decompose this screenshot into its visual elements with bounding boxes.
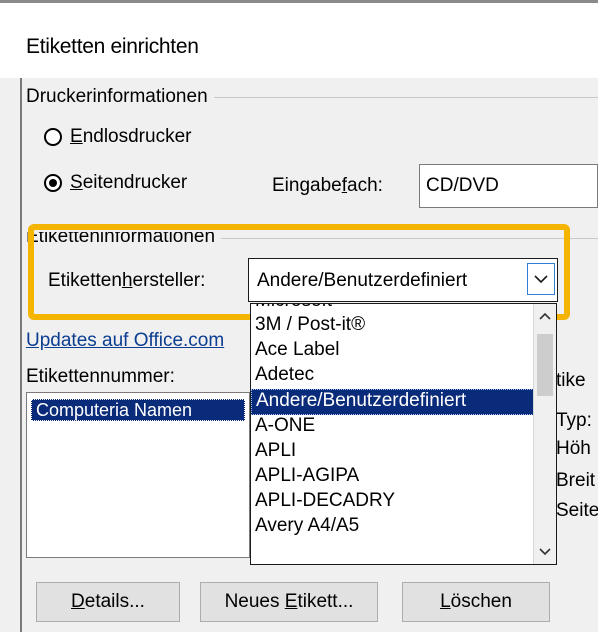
scrollbar-thumb[interactable]: [537, 334, 553, 396]
dropdown-item[interactable]: APLI-DECADRY: [251, 490, 534, 516]
label-page-fragment: Seite: [556, 500, 598, 521]
new-label-button[interactable]: Neues Etikett...: [200, 582, 378, 622]
list-item-selected[interactable]: Computeria Namen: [31, 399, 245, 421]
dropdown-item[interactable]: Ace Label: [251, 339, 534, 365]
label-number-list[interactable]: Computeria Namen: [26, 392, 250, 558]
dropdown-item[interactable]: A-ONE: [251, 415, 534, 441]
dropdown-item[interactable]: Avery A4/A5: [251, 515, 534, 541]
page-printer-label: Seitendrucker: [70, 172, 188, 193]
label-height-fragment: Höh: [556, 438, 591, 459]
label-type-fragment: Typ:: [556, 410, 592, 431]
label-width-fragment: Breit: [556, 470, 596, 491]
label-setup-dialog: Etiketten einrichten Druckerinformatione…: [0, 0, 598, 632]
label-info-heading-fragment: tike: [556, 370, 586, 391]
dropdown-item-selected[interactable]: Andere/Benutzerdefiniert: [251, 389, 534, 415]
dialog-title: Etiketten einrichten: [26, 35, 199, 58]
tray-select[interactable]: CD/DVD: [419, 164, 598, 208]
radio-unchecked-icon: [44, 128, 62, 146]
dialog-border: [20, 0, 22, 632]
dropdown-item[interactable]: APLI-AGIPA: [251, 465, 534, 491]
dropdown-item[interactable]: Adetec: [251, 364, 534, 390]
chevron-up-icon[interactable]: [534, 304, 556, 328]
updates-link[interactable]: Updates auf Office.com: [26, 330, 250, 352]
dropdown-item[interactable]: APLI: [251, 440, 534, 466]
vendor-dropdown-list[interactable]: Microsoft 3M / Post-it® Ace Label Adetec…: [250, 303, 557, 565]
radio-checked-icon: [44, 174, 62, 192]
dropdown-scrollbar[interactable]: [533, 304, 556, 564]
label-number-heading: Etikettennummer:: [26, 366, 175, 387]
page-printer-radio[interactable]: Seitendrucker: [44, 172, 187, 194]
tray-label: Eingabefach:: [272, 175, 383, 196]
tray-value: CD/DVD: [426, 175, 499, 196]
title-bar: Etiketten einrichten: [0, 0, 598, 78]
continuous-printer-radio[interactable]: Endlosdrucker: [44, 126, 191, 148]
printer-group-label: Druckerinformationen: [26, 86, 214, 108]
delete-button[interactable]: Löschen: [402, 582, 550, 622]
details-button[interactable]: Details...: [36, 582, 180, 622]
dropdown-item[interactable]: 3M / Post-it®: [251, 314, 534, 340]
chevron-down-icon[interactable]: [534, 540, 556, 564]
continuous-printer-label: Endlosdrucker: [70, 126, 192, 147]
